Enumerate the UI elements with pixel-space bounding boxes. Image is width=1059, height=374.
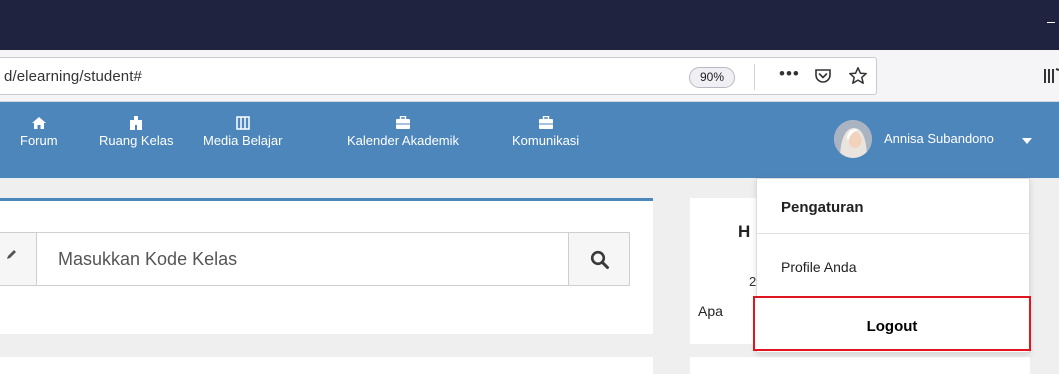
class-code-input[interactable]	[36, 232, 569, 286]
url-text[interactable]: d/elearning/student#	[4, 68, 142, 85]
pocket-icon[interactable]	[814, 67, 832, 85]
user-dropdown-menu: Pengaturan Profile Anda Logout	[753, 178, 1031, 353]
nav-item-media-belajar[interactable]: Media Belajar	[203, 116, 283, 148]
join-class-card	[0, 198, 653, 334]
bookmark-star-icon[interactable]	[848, 66, 868, 86]
browser-toolbar: d/elearning/student# 90% •••	[0, 50, 1059, 102]
browser-title-bar	[0, 0, 1059, 50]
chevron-down-icon	[1022, 138, 1032, 144]
nav-item-kalender-akademik[interactable]: Kalender Akademik	[347, 116, 459, 148]
address-bar-divider	[754, 64, 755, 90]
side-card-text: Apa	[698, 303, 723, 319]
nav-item-label: Kalender Akademik	[347, 133, 460, 148]
pencil-icon	[7, 250, 16, 259]
book-icon	[236, 116, 250, 130]
nav-item-label: Media Belajar	[203, 133, 283, 148]
menu-item-profile[interactable]: Profile Anda	[757, 235, 1029, 295]
side-card-lower	[690, 357, 1030, 374]
menu-item-settings[interactable]: Pengaturan	[757, 179, 1029, 234]
nav-item-forum[interactable]: Forum	[20, 116, 58, 148]
app-screen: d/elearning/student# 90% ••• Forum Ruang…	[0, 0, 1059, 374]
search-icon	[590, 250, 609, 269]
content-card	[0, 357, 653, 374]
address-bar[interactable]: d/elearning/student# 90% •••	[0, 57, 877, 95]
class-code-addon	[0, 232, 37, 286]
nav-item-label: Ruang Kelas	[99, 133, 174, 148]
logout-button[interactable]: Logout	[753, 296, 1031, 351]
zoom-level-badge[interactable]: 90%	[689, 67, 736, 88]
window-control-edge[interactable]	[1047, 22, 1055, 23]
user-name: Annisa Subandono	[884, 131, 994, 146]
nav-item-label: Forum	[20, 133, 58, 148]
building-icon	[130, 116, 143, 130]
nav-item-label: Komunikasi	[512, 133, 580, 148]
main-navbar: Forum Ruang Kelas Media Belajar Kalender…	[0, 102, 1059, 178]
avatar	[834, 120, 872, 158]
page-actions-menu-icon[interactable]: •••	[779, 64, 800, 84]
home-icon	[31, 117, 46, 129]
search-button[interactable]	[568, 232, 630, 286]
nav-item-ruang-kelas[interactable]: Ruang Kelas	[99, 116, 173, 148]
side-card-heading: H	[738, 222, 751, 241]
library-icon[interactable]	[1043, 67, 1059, 85]
briefcase-icon	[538, 116, 553, 129]
briefcase-icon	[396, 116, 410, 129]
nav-item-komunikasi[interactable]: Komunikasi	[512, 116, 579, 148]
